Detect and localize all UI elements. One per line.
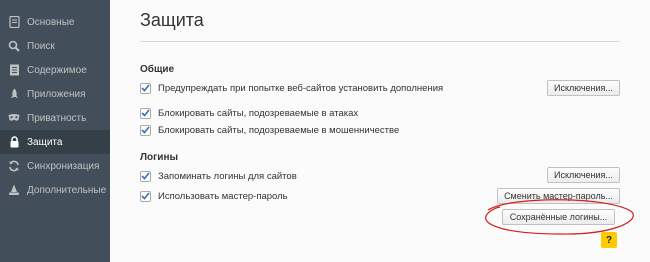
sidebar-item-label: Дополнительные	[27, 184, 107, 196]
sidebar-item-privacy[interactable]: Приватность	[0, 106, 110, 130]
wizard-hat-icon	[8, 184, 20, 196]
sidebar-item-label: Поиск	[27, 40, 55, 52]
section-heading-general: Общие	[140, 64, 175, 75]
security-panel: Защита Общие Предупреждать при попытке в…	[110, 0, 650, 262]
sidebar: Основные Поиск Содержимое Приложения При…	[0, 0, 110, 262]
page-icon	[8, 16, 20, 28]
sidebar-item-label: Синхронизация	[27, 160, 100, 172]
lock-icon	[8, 136, 20, 148]
block-fraud-checkbox[interactable]	[140, 124, 151, 136]
remember-logins-label: Запоминать логины для сайтов	[158, 170, 297, 182]
title-divider	[140, 41, 620, 42]
sidebar-item-security[interactable]: Защита	[0, 130, 110, 154]
document-icon	[8, 64, 20, 76]
sidebar-item-label: Приватность	[27, 112, 87, 124]
sidebar-item-label: Основные	[27, 16, 75, 28]
sidebar-item-label: Приложения	[27, 88, 86, 100]
addons-exceptions-button[interactable]: Исключения...	[547, 80, 620, 96]
master-password-option[interactable]: Использовать мастер-пароль	[140, 189, 288, 203]
help-question-icon: ?	[605, 234, 613, 246]
sidebar-item-label: Содержимое	[27, 64, 87, 76]
warn-addons-option[interactable]: Предупреждать при попытке веб-сайтов уст…	[140, 81, 443, 95]
block-fraud-label: Блокировать сайты, подозреваемые в мошен…	[158, 124, 400, 136]
sidebar-item-general[interactable]: Основные	[0, 10, 110, 34]
sidebar-item-search[interactable]: Поиск	[0, 34, 110, 58]
sidebar-item-applications[interactable]: Приложения	[0, 82, 110, 106]
block-attack-option[interactable]: Блокировать сайты, подозреваемые в атака…	[140, 106, 358, 120]
search-icon	[8, 40, 20, 52]
logins-exceptions-button[interactable]: Исключения...	[547, 167, 620, 183]
block-attack-checkbox[interactable]	[140, 107, 151, 119]
master-password-label: Использовать мастер-пароль	[158, 190, 288, 202]
mask-icon	[8, 112, 20, 124]
sidebar-item-advanced[interactable]: Дополнительные	[0, 178, 110, 202]
page-title: Защита	[140, 10, 204, 30]
sidebar-item-sync[interactable]: Синхронизация	[0, 154, 110, 178]
remember-logins-checkbox[interactable]	[140, 170, 151, 182]
sync-icon	[8, 160, 20, 172]
master-password-checkbox[interactable]	[140, 190, 151, 202]
block-attack-label: Блокировать сайты, подозреваемые в атака…	[158, 107, 359, 119]
rocket-icon	[8, 88, 20, 100]
sidebar-item-label: Защита	[27, 136, 63, 148]
warn-addons-checkbox[interactable]	[140, 82, 151, 94]
remember-logins-option[interactable]: Запоминать логины для сайтов	[140, 169, 297, 183]
block-fraud-option[interactable]: Блокировать сайты, подозреваемые в мошен…	[140, 123, 399, 137]
help-button[interactable]: ?	[601, 232, 617, 248]
sidebar-item-content[interactable]: Содержимое	[0, 58, 110, 82]
section-heading-logins: Логины	[140, 152, 179, 163]
warn-addons-label: Предупреждать при попытке веб-сайтов уст…	[158, 82, 444, 94]
